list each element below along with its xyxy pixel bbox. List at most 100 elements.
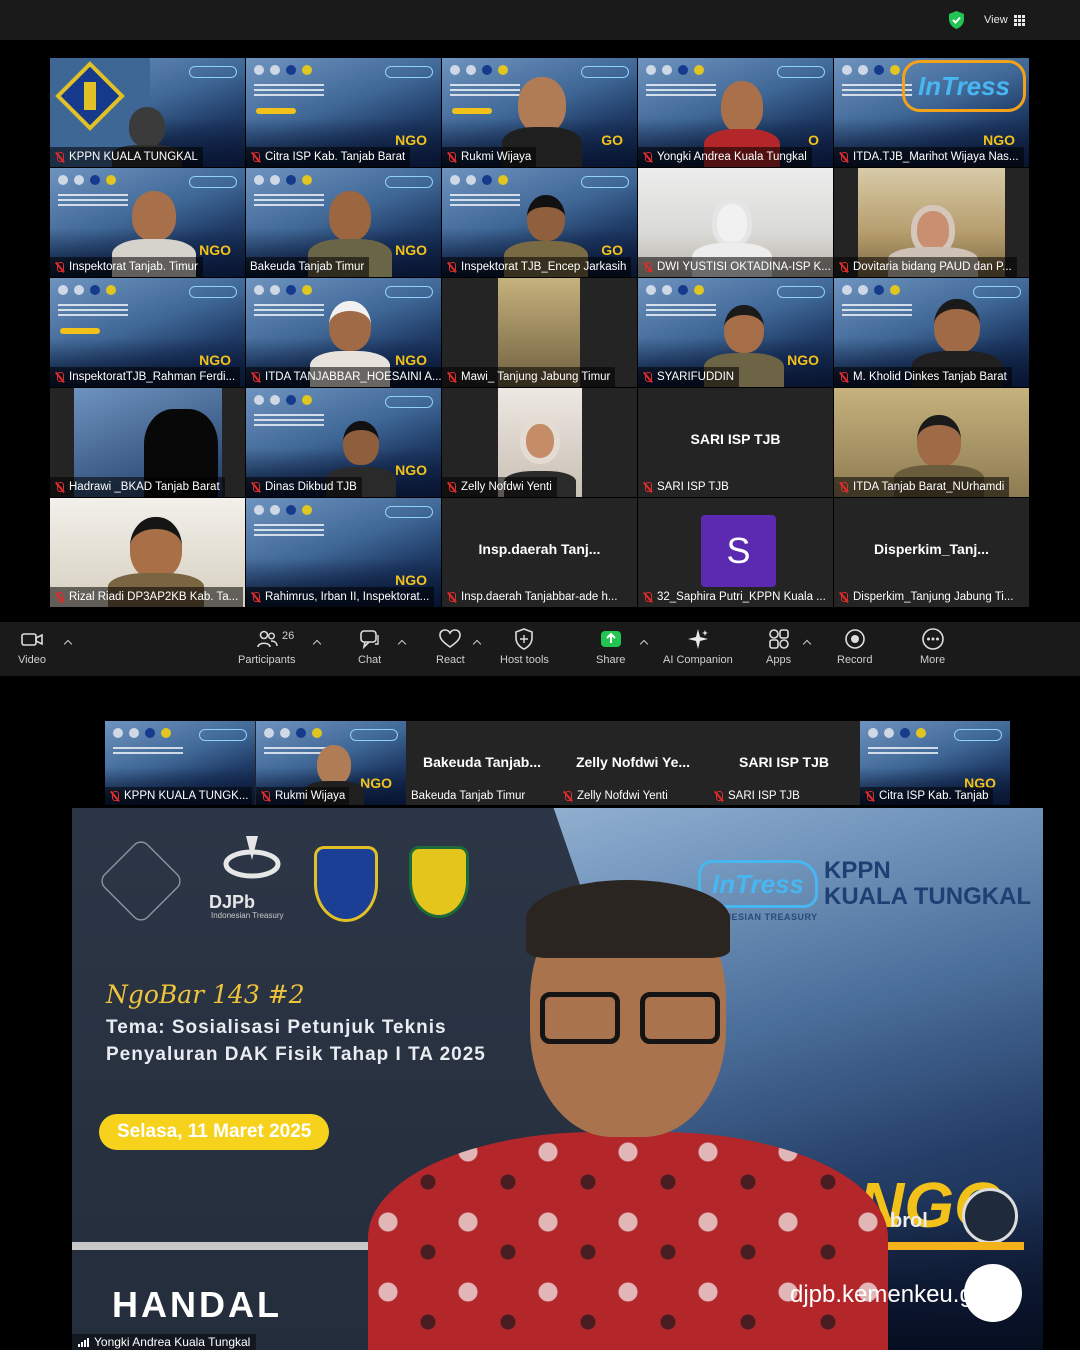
participant-tile[interactable]: DWI YUSTISI OKTADINA-ISP K... [638,168,833,277]
speaker-name: Yongki Andrea Kuala Tungkal [94,1335,251,1349]
share-label: Share [596,654,626,666]
participant-tile[interactable]: ITDA Tanjab Barat_NUrhamdi [834,388,1029,497]
active-speaker-video: DJPb Indonesian Treasury InTress INDONES… [72,808,1043,1350]
video-camera-icon [21,633,43,646]
mic-muted-icon [446,371,457,383]
shield-check-icon[interactable] [948,11,965,29]
participant-name: Dinas Dikbud TJB [265,481,357,493]
view-button[interactable]: View [984,11,1025,29]
participant-tile[interactable]: NGO Inspektorat Tanjab. Timur [50,168,245,277]
record-button[interactable]: Record [837,628,872,666]
participant-tile[interactable]: NGO Citra ISP Kab. Tanjab Barat [246,58,441,167]
mic-muted-icon [642,481,653,493]
chat-button[interactable]: Chat [358,628,381,666]
speaker-shirt [368,1132,888,1350]
react-button[interactable]: React [436,628,465,666]
participant-tile[interactable]: NGO ITDA TANJABBAR_HOESAINI A... [246,278,441,387]
share-options-caret[interactable] [640,638,648,646]
share-button[interactable]: Share [596,628,625,666]
ai-companion-button[interactable]: AI Companion [663,628,733,666]
mic-muted-icon [109,790,120,802]
participant-display-name: Bakeuda Tanjab... [423,754,541,770]
strip-tile[interactable]: NGO Citra ISP Kab. Tanjab [860,721,1010,805]
apps-button[interactable]: Apps [766,628,791,666]
participant-name: Rukmi Wijaya [275,790,346,802]
participant-name: Mawi_ Tanjung Jabung Timur [461,371,611,383]
participant-tile[interactable]: SARI ISP TJB SARI ISP TJB [638,388,833,497]
mic-muted-icon [54,371,65,383]
participant-name: InspektoratTJB_Rahman Ferdi... [69,371,236,383]
participants-options-caret[interactable] [313,638,321,646]
speaker-person [368,880,888,1350]
chat-label: Chat [358,654,382,666]
chat-options-caret[interactable] [398,638,406,646]
participant-tile[interactable]: S 32_Saphira Putri_KPPN Kuala ... [638,498,833,607]
participant-tile[interactable]: Hadrawi _BKAD Tanjab Barat [50,388,245,497]
strip-tile[interactable]: KPPN KUALA TUNGK... [105,721,255,805]
top-bar: View [0,0,1080,40]
participant-name: Rizal Riadi DP3AP2KB Kab. Ta... [69,591,239,603]
regency-emblem-yellow [409,846,469,918]
record-label: Record [837,654,873,666]
share-screen-icon [600,631,621,647]
strip-tile[interactable]: Bakeuda Tanjab... Bakeuda Tanjab Timur [407,721,557,805]
participant-name: Zelly Nofdwi Yenti [461,481,552,493]
participant-tile[interactable]: O Yongki Andrea Kuala Tungkal [638,58,833,167]
participant-tile[interactable]: Mawi_ Tanjung Jabung Timur [442,278,637,387]
participant-tile[interactable]: Dovitaria bidang PAUD dan P... [834,168,1029,277]
mic-muted-icon [250,591,261,603]
kppn-line-1: KPPN [824,857,891,884]
participant-name: DWI YUSTISI OKTADINA-ISP K... [657,261,831,273]
kppn-line-2: KUALA TUNGKAL [824,883,1032,910]
website-url: djpb.kemenkeu.go.id [790,1281,1012,1308]
react-options-caret[interactable] [473,638,481,646]
participant-tile[interactable]: Rizal Riadi DP3AP2KB Kab. Ta... [50,498,245,607]
participant-tile[interactable]: NGO Dinas Dikbud TJB [246,388,441,497]
participant-tile[interactable]: KPPN KUALA TUNGKAL [50,58,245,167]
participant-tile[interactable]: Disperkim_Tanj... Disperkim_Tanjung Jabu… [834,498,1029,607]
mic-muted-icon [250,481,261,493]
participant-name: M. Kholid Dinkes Tanjab Barat [853,371,1007,383]
djpb-wordmark: DJPb [209,892,256,912]
more-button[interactable]: More [920,628,945,666]
mic-muted-icon [54,591,65,603]
video-label: Video [18,654,46,666]
handal-logo: HANDAL [112,1284,282,1325]
participant-tile[interactable]: NGO SYARIFUDDIN [638,278,833,387]
gallery-view: KPPN KUALA TUNGKAL NGO Citra ISP Kab. Ta… [50,58,1030,608]
host-tools-button[interactable]: Host tools [500,628,549,666]
strip-tile[interactable]: Zelly Nofdwi Ye... Zelly Nofdwi Yenti [558,721,708,805]
event-theme: Tema: Sosialisasi Petunjuk Teknis Penyal… [106,1017,486,1065]
view-label: View [984,14,1008,26]
participant-name: ITDA.TJB_Marihot Wijaya Nas... [853,151,1019,163]
participant-name: Yongki Andrea Kuala Tungkal [657,151,807,163]
mic-muted-icon [838,261,849,273]
participant-tile[interactable]: NGO Rahimrus, Irban II, Inspektorat... [246,498,441,607]
video-button[interactable]: Video [18,628,46,666]
participant-tile[interactable]: Zelly Nofdwi Yenti [442,388,637,497]
participant-tile[interactable]: NGO InspektoratTJB_Rahman Ferdi... [50,278,245,387]
more-dots-icon [921,628,944,650]
participant-tile[interactable]: Insp.daerah Tanj... Insp.daerah Tanjabba… [442,498,637,607]
participant-display-name: SARI ISP TJB [690,431,781,447]
participants-icon [256,630,278,648]
video-options-caret[interactable] [64,638,72,646]
participant-name: Insp.daerah Tanjabbar-ade h... [461,591,618,603]
participant-tile[interactable]: GO Rukmi Wijaya [442,58,637,167]
participant-tile[interactable]: GO Inspektorat TJB_Encep Jarkasih [442,168,637,277]
mic-muted-icon [838,151,849,163]
participant-name: Inspektorat Tanjab. Timur [69,261,198,273]
mic-muted-icon [838,591,849,603]
participant-tile[interactable]: NGO InTress ITDA.TJB_Marihot Wijaya Nas.… [834,58,1029,167]
strip-tile[interactable]: SARI ISP TJB SARI ISP TJB [709,721,859,805]
participant-display-name: Insp.daerah Tanj... [478,541,601,557]
heart-icon [439,629,462,648]
participant-tile[interactable]: NGO Bakeuda Tanjab Timur [246,168,441,277]
participant-name: Rukmi Wijaya [461,151,532,163]
strip-tile[interactable]: NGO Rukmi Wijaya [256,721,406,805]
speaker-glasses [540,992,720,1044]
participant-name: ITDA TANJABBAR_HOESAINI A... [265,371,441,383]
sparkle-icon [687,629,708,649]
participant-tile[interactable]: M. Kholid Dinkes Tanjab Barat [834,278,1029,387]
apps-options-caret[interactable] [803,638,811,646]
